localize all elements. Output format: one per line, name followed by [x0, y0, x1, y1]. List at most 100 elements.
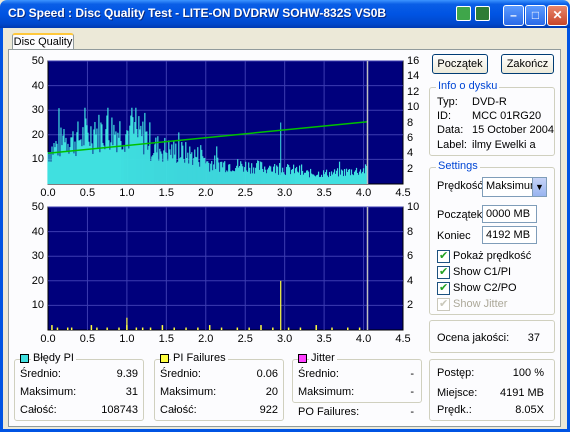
y-tick-label-right: 8	[407, 225, 414, 238]
x-tick-label: 1.0	[119, 333, 135, 345]
x-tick-label: 1.5	[158, 333, 174, 345]
chevron-down-icon[interactable]: ▼	[532, 178, 546, 196]
pi-failures-avg-label: Średnio:	[160, 368, 201, 380]
jitter-max: -	[410, 386, 414, 398]
po-failures-value: -	[410, 406, 414, 418]
y-tick-label-right: 6	[407, 250, 414, 263]
x-tick-label: 0.5	[79, 187, 96, 199]
start-button[interactable]: Początek	[432, 54, 488, 74]
x-tick-label: 2.0	[198, 333, 214, 345]
x-tick-label: 3.5	[316, 187, 332, 199]
show-c1-label[interactable]: Show C1/PI	[453, 266, 511, 278]
x-tick-label: 4.0	[355, 333, 372, 345]
y-tick-label-left: 40	[31, 225, 44, 238]
pi-failures-total-label: Całość:	[160, 404, 197, 416]
pi-errors-avg: 9.39	[116, 368, 138, 380]
plot-area-2	[47, 206, 404, 331]
jitter-title: Jitter	[309, 352, 337, 364]
pi-failures-avg: 0.06	[256, 368, 278, 380]
x-tick-label: 1.0	[119, 187, 135, 199]
y-tick-label-left: 10	[31, 153, 44, 166]
y-tick-label-right: 4	[407, 274, 414, 287]
start-position-field[interactable]: 0000 MB	[482, 205, 537, 223]
x-tick-label: 4.5	[395, 333, 411, 345]
quality-value: 37	[527, 332, 540, 344]
show-speed-label[interactable]: Pokaż prędkość	[453, 250, 531, 262]
disc-info-title: Info o dysku	[436, 80, 500, 92]
disc-id-label: ID:	[437, 110, 452, 122]
disc-date-label: Data:	[437, 124, 464, 136]
read-speed-label: Prędk.:	[437, 404, 472, 416]
show-c2-checkbox[interactable]	[437, 281, 450, 295]
position-value: 4191 MB	[499, 387, 544, 399]
pi-failures-title: PI Failures	[171, 352, 228, 364]
y-tick-label-right: 2	[407, 299, 414, 312]
x-tick-label: 1.5	[158, 187, 174, 199]
x-tick-label: 3.5	[316, 333, 332, 345]
pi-failures-color-swatch	[160, 354, 169, 363]
pi-errors-total: 108743	[101, 404, 138, 416]
y-tick-label-right: 6	[407, 131, 414, 144]
y-tick-label-left: 30	[31, 250, 44, 263]
x-tick-label: 4.0	[355, 187, 372, 199]
y-tick-label-right: 14	[407, 70, 420, 83]
y-tick-label-left: 10	[31, 299, 44, 312]
pi-errors-max-label: Maksimum:	[20, 386, 77, 398]
disc-label-label: Label:	[437, 139, 467, 151]
jitter-max-label: Maksimum:	[298, 386, 355, 398]
po-failures-label: PO Failures:	[298, 406, 360, 418]
progress-label: Postęp:	[437, 367, 475, 379]
show-c1-checkbox[interactable]	[437, 265, 450, 279]
x-tick-label: 4.5	[395, 187, 411, 199]
quality-label: Ocena jakości:	[437, 332, 510, 344]
position-label: Miejsce:	[437, 387, 478, 399]
y-tick-label-left: 20	[31, 274, 44, 287]
y-tick-label-right: 10	[407, 201, 420, 213]
show-c2-label[interactable]: Show C2/PO	[453, 282, 517, 294]
y-tick-label-right: 16	[407, 55, 420, 67]
y-tick-label-left: 50	[31, 201, 44, 213]
show-jitter-label: Show Jitter	[453, 298, 508, 310]
x-tick-label: 2.5	[237, 333, 253, 345]
show-jitter-checkbox	[437, 297, 450, 311]
y-tick-label-right: 4	[407, 147, 414, 160]
disc-type-label: Typ:	[437, 96, 458, 108]
jitter-avg: -	[410, 368, 414, 380]
progress-value: 100 %	[512, 367, 544, 379]
x-tick-label: 0.0	[40, 333, 56, 345]
x-tick-label: 2.5	[237, 187, 253, 199]
pi-failures-max: 20	[265, 386, 278, 398]
finish-button[interactable]: Zakończ	[501, 54, 554, 74]
x-tick-label: 2.0	[198, 187, 214, 199]
disc-date-value: 15 October 2004	[472, 124, 554, 136]
jitter-color-swatch	[298, 354, 307, 363]
pi-errors-max: 31	[125, 386, 138, 398]
end-position-label: Koniec	[437, 230, 471, 242]
y-tick-label-left: 40	[31, 79, 44, 92]
settings-title: Settings	[436, 160, 480, 172]
x-tick-label: 0.0	[40, 187, 56, 199]
disc-id-value: MCC 01RG20	[472, 110, 542, 122]
y-tick-label-right: 10	[407, 101, 420, 114]
y-tick-label-left: 50	[31, 55, 44, 67]
show-speed-checkbox[interactable]	[437, 249, 450, 263]
pi-errors-total-label: Całość:	[20, 404, 57, 416]
pi-errors-color-swatch	[20, 354, 29, 363]
pi-errors-title: Błędy PI	[31, 352, 76, 364]
start-position-label: Początek	[437, 209, 483, 221]
x-tick-label: 3.0	[277, 187, 293, 199]
read-speed-value: 8.05X	[515, 404, 544, 416]
speed-select[interactable]: Maksimum ▼	[482, 177, 547, 197]
speed-label: Prędkość	[437, 180, 483, 192]
y-tick-label-left: 20	[31, 128, 44, 141]
pi-errors-avg-label: Średnio:	[20, 368, 61, 380]
y-tick-label-right: 2	[407, 162, 414, 175]
disc-label-value: ilmy Ewelki a	[472, 139, 536, 151]
y-tick-label-right: 12	[407, 85, 420, 98]
pi-failures-total: 922	[259, 404, 278, 416]
y-tick-label-right: 8	[407, 116, 414, 129]
disc-type-value: DVD-R	[472, 96, 507, 108]
y-tick-label-left: 30	[31, 104, 44, 117]
x-tick-label: 0.5	[79, 333, 96, 345]
end-position-field[interactable]: 4192 MB	[482, 226, 537, 244]
